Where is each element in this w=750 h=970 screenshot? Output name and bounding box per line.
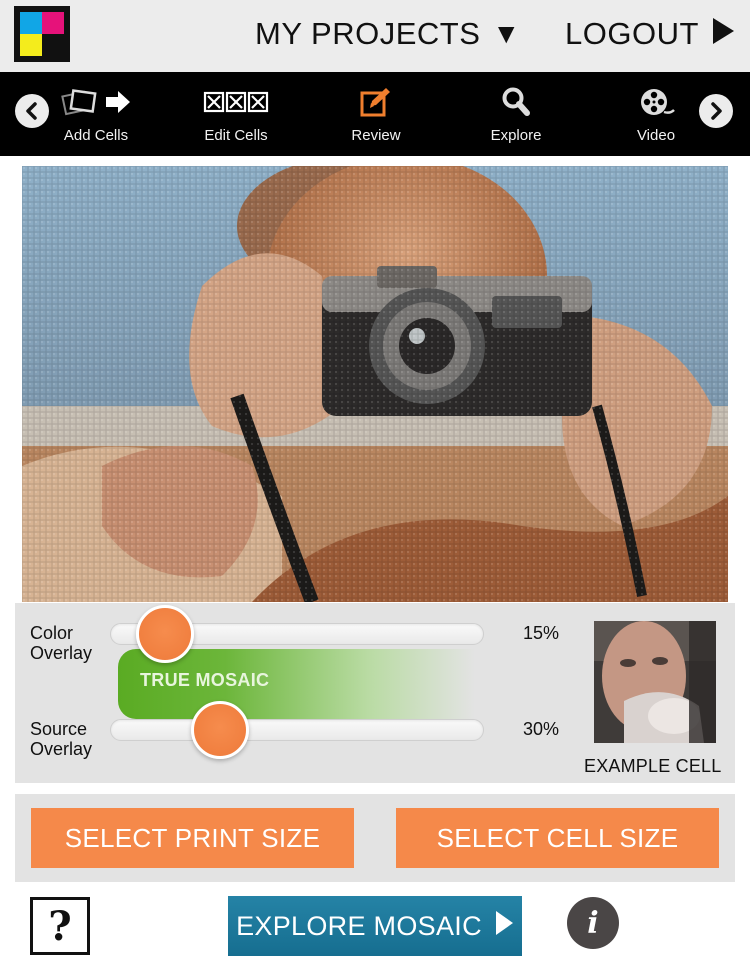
tool-label: Explore xyxy=(490,127,542,144)
video-icon xyxy=(596,86,716,118)
source-overlay-percent: 30% xyxy=(523,719,560,739)
tool-label: Review xyxy=(351,127,401,144)
chevron-right-icon xyxy=(711,102,722,120)
select-cell-size-button[interactable]: SELECT CELL SIZE xyxy=(396,808,719,868)
size-buttons-panel: SELECT PRINT SIZE SELECT CELL SIZE xyxy=(15,794,735,882)
logo-black-square xyxy=(42,34,64,56)
tool-video[interactable]: Video xyxy=(596,72,716,156)
logo-cyan-square xyxy=(20,12,42,34)
explore-mosaic-button[interactable]: EXPLORE MOSAIC xyxy=(228,896,522,956)
review-icon xyxy=(316,86,436,118)
play-triangle-icon xyxy=(711,17,735,52)
color-overlay-label-line2: Overlay xyxy=(30,643,93,663)
mosaic-preview-image[interactable] xyxy=(22,166,728,602)
source-overlay-slider-thumb[interactable] xyxy=(191,701,249,759)
color-overlay-percent: 15% xyxy=(523,623,560,643)
logout-button[interactable]: LOGOUT xyxy=(565,14,735,54)
tool-explore[interactable]: Explore xyxy=(456,72,576,156)
select-print-size-button[interactable]: SELECT PRINT SIZE xyxy=(31,808,354,868)
play-triangle-icon xyxy=(494,910,514,943)
edit-cells-icon xyxy=(176,86,296,118)
logo-magenta-square xyxy=(42,12,64,34)
example-cell-label: EXAMPLE CELL xyxy=(584,756,722,776)
explore-mosaic-label: EXPLORE MOSAIC xyxy=(236,910,482,941)
tool-review[interactable]: Review xyxy=(316,72,436,156)
tool-toolbar: Add Cells Edit Cells Review Explore Vide… xyxy=(0,72,750,156)
app-logo[interactable] xyxy=(14,6,70,62)
add-cells-icon xyxy=(36,86,156,118)
source-overlay-label-line1: Source xyxy=(30,719,88,739)
true-mosaic-label: TRUE MOSAIC xyxy=(140,670,270,690)
color-overlay-slider-thumb[interactable] xyxy=(136,605,194,663)
tool-label: Add Cells xyxy=(63,127,129,144)
tool-label: Edit Cells xyxy=(204,127,268,144)
tool-edit-cells[interactable]: Edit Cells xyxy=(176,72,296,156)
info-button[interactable]: i xyxy=(567,897,619,949)
help-button[interactable]: ? xyxy=(30,897,90,955)
tool-add-cells[interactable]: Add Cells xyxy=(36,72,156,156)
source-overlay-label: Source Overlay xyxy=(30,719,92,759)
my-projects-menu[interactable]: MY PROJECTS ▼ xyxy=(255,14,521,54)
explore-icon xyxy=(456,86,576,118)
info-icon: i xyxy=(587,905,599,941)
scroll-right-button[interactable] xyxy=(699,94,733,128)
question-mark-icon: ? xyxy=(48,902,72,950)
top-header: MY PROJECTS ▼ LOGOUT xyxy=(0,0,750,72)
overlay-controls-panel: Color Overlay TRUE MOSAIC 15% Source Ove… xyxy=(15,603,735,783)
logout-label: LOGOUT xyxy=(565,16,699,51)
logo-yellow-square xyxy=(20,34,42,56)
source-overlay-label-line2: Overlay xyxy=(30,739,93,759)
my-projects-label: MY PROJECTS xyxy=(255,16,481,51)
color-overlay-label-line1: Color xyxy=(30,623,74,643)
tool-label: Video xyxy=(636,127,676,144)
example-cell-image xyxy=(594,621,716,743)
source-overlay-slider-track[interactable] xyxy=(110,719,484,741)
color-overlay-label: Color Overlay xyxy=(30,623,92,663)
dropdown-triangle-icon: ▼ xyxy=(492,18,521,49)
